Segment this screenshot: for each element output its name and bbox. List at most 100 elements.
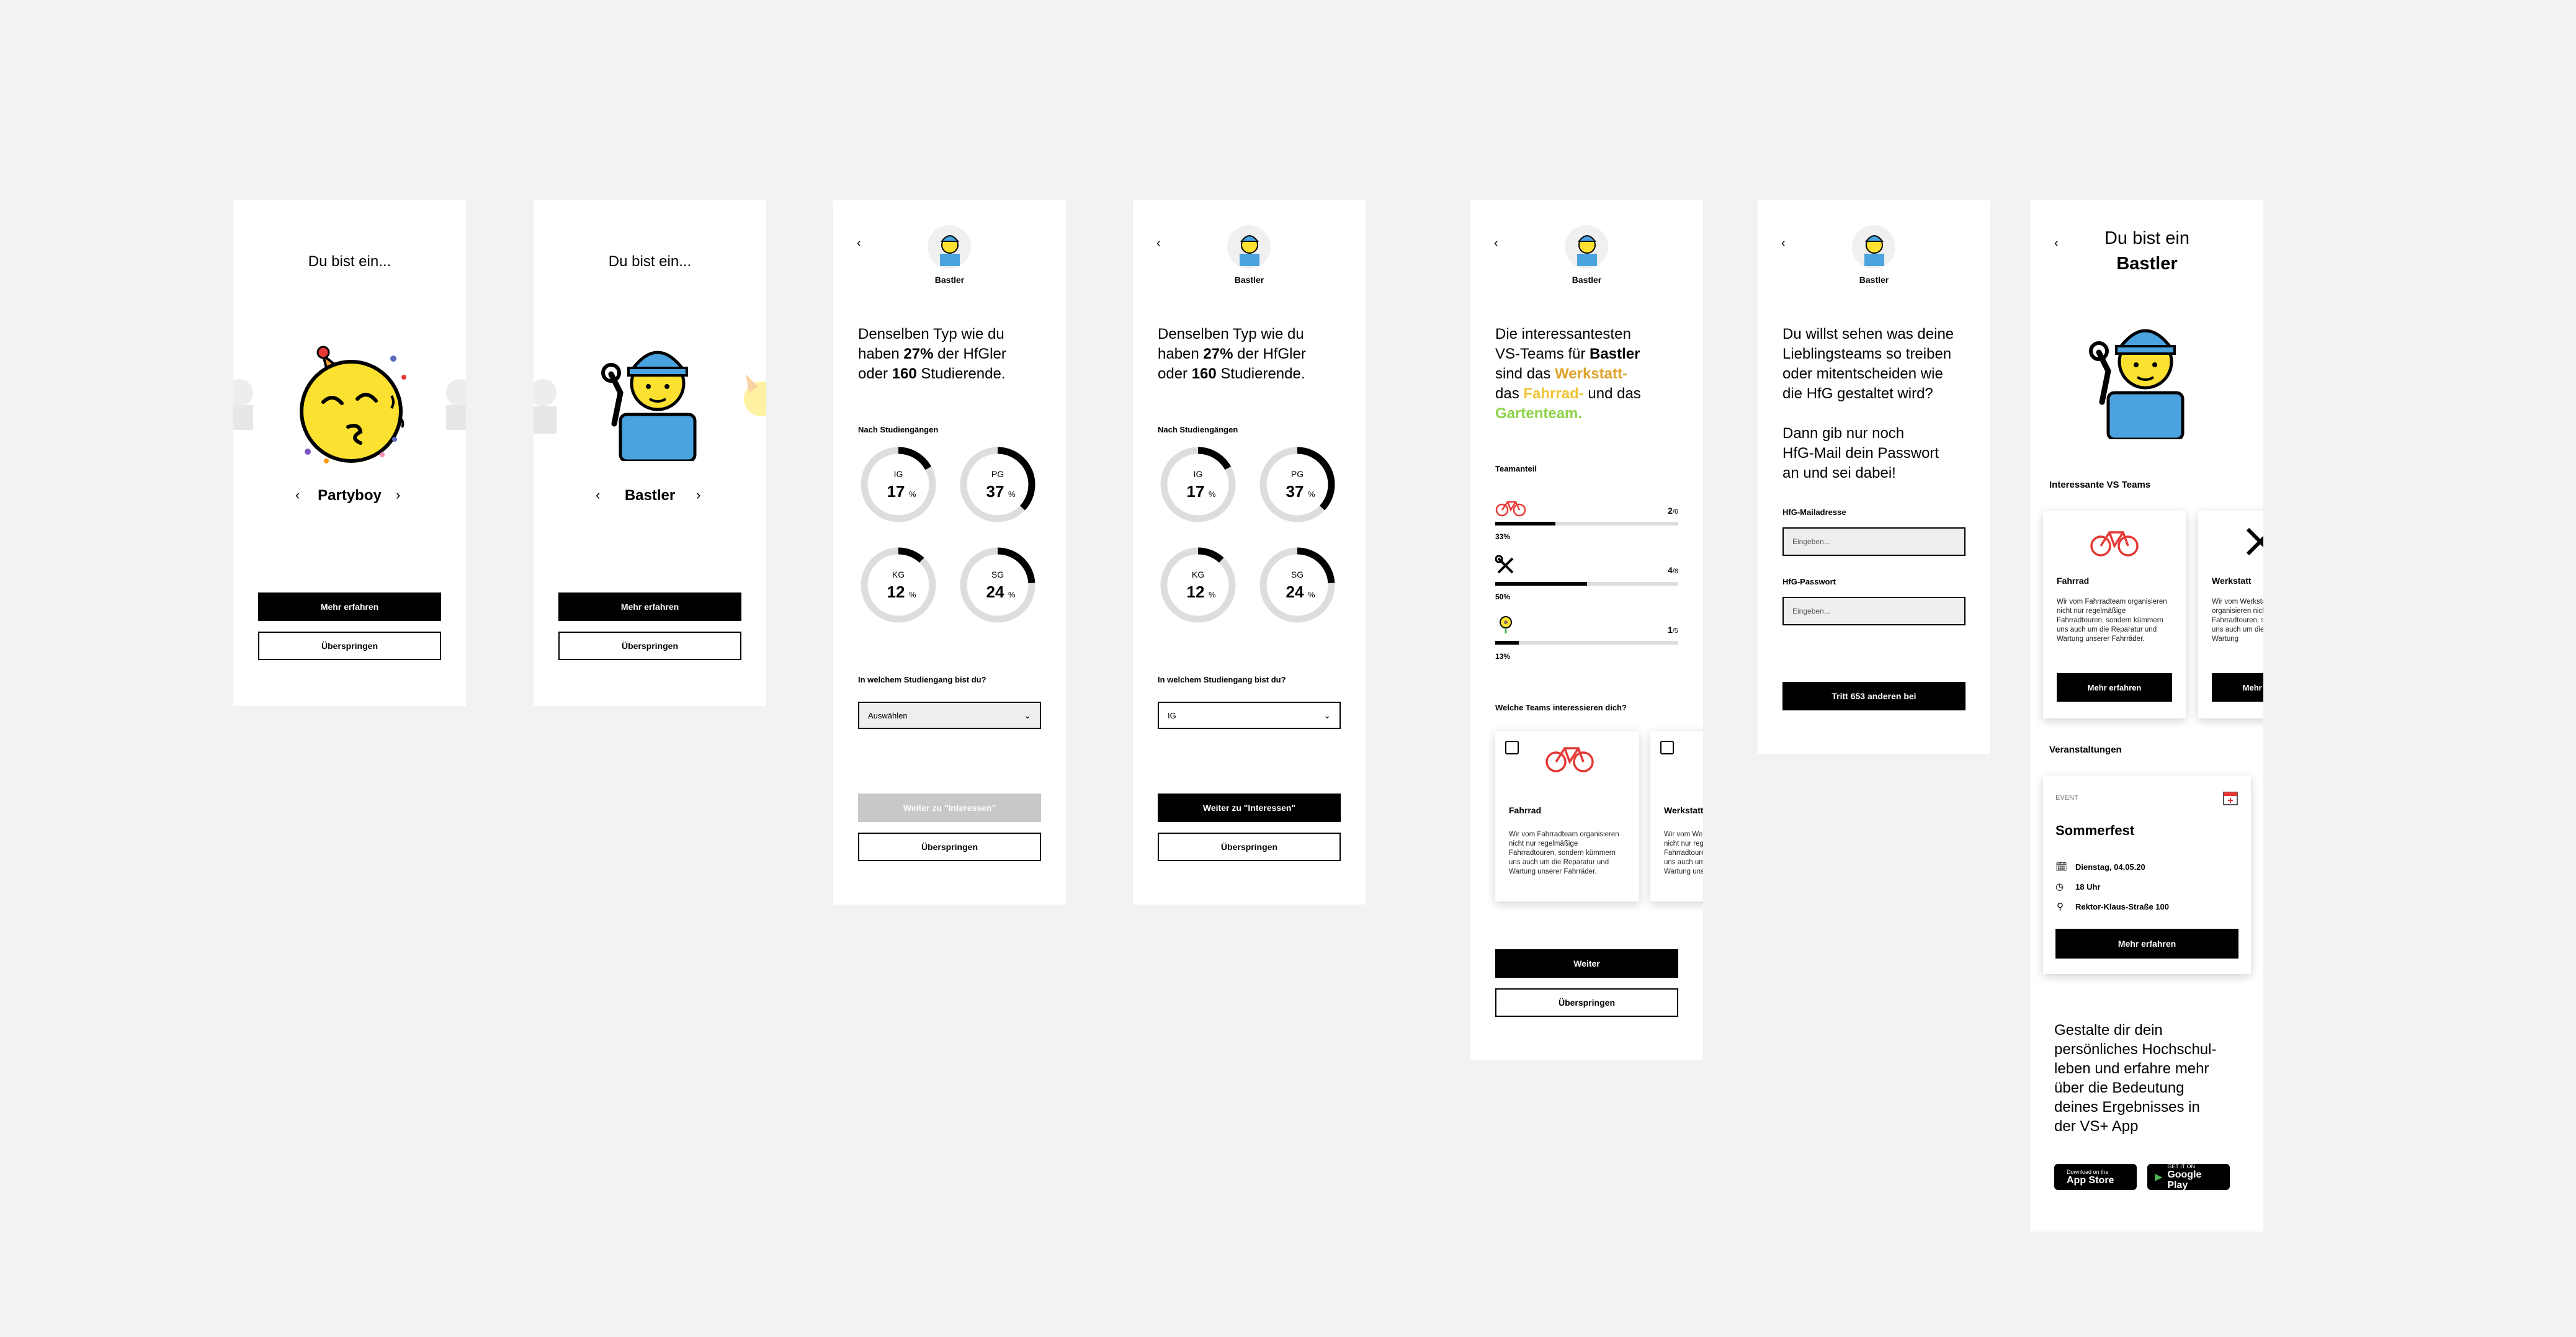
select-value: IG — [1168, 710, 1176, 720]
ring-value: 37 — [1286, 482, 1304, 501]
skip-button[interactable]: Überspringen — [1158, 833, 1341, 861]
share-bar-fill — [1495, 522, 1556, 525]
type-name: Partyboy — [318, 487, 382, 504]
play-icon: ▶ — [2155, 1172, 2163, 1183]
program-select[interactable]: IG ⌄ — [1158, 702, 1341, 729]
team-card-werkstatt[interactable]: Werkstatt Wir vom Werkstattteam organisi… — [1650, 731, 1703, 901]
back-arrow[interactable]: ‹ — [1156, 236, 1161, 251]
chevron-down-icon: ⌄ — [1323, 710, 1331, 720]
ring-unit: % — [1209, 590, 1216, 599]
email-field[interactable]: Eingeben... — [1782, 527, 1966, 556]
team-card-fahrrad[interactable]: Fahrrad Wir vom Fahrradteam organisieren… — [1495, 731, 1639, 901]
program-rings: IG 17 % PG 37 % KG 12 % SG 24% — [861, 447, 1035, 623]
screen-result: ‹ Du bist ein Bastler Interessante VS Te… — [2031, 200, 2263, 1232]
mechanic-icon — [940, 235, 960, 266]
learn-more-button[interactable]: Mehr erfahren — [2212, 673, 2263, 702]
continue-button[interactable]: Weiter — [1495, 949, 1678, 978]
next-arrow[interactable]: › — [696, 487, 700, 503]
share-bar — [1495, 641, 1678, 645]
password-field[interactable]: Eingeben... — [1782, 597, 1966, 625]
ring-sg: SG 24% — [1259, 547, 1335, 623]
password-placeholder: Eingeben... — [1792, 607, 1830, 615]
join-button[interactable]: Tritt 653 anderen bei — [1782, 682, 1966, 710]
screen-type-bastler: Du bist ein... ‹ Bastler › Mehr erfahren… — [534, 200, 766, 706]
card-text: Wir vom Fahrradteam organisieren nicht n… — [1509, 831, 1619, 875]
screen-type-partyboy: Du bist ein... ‹ Partyboy › Mehr erfahre… — [233, 200, 466, 706]
event-date: Dienstag, 04.05.20 — [2075, 862, 2145, 872]
badge-small-text: GET IT ON — [2167, 1163, 2195, 1169]
back-arrow[interactable]: ‹ — [1494, 236, 1498, 251]
skip-button[interactable]: Überspringen — [1495, 988, 1678, 1017]
mechanic-icon-left-faded — [534, 379, 557, 434]
share-bar — [1495, 522, 1678, 525]
back-arrow[interactable]: ‹ — [857, 236, 861, 251]
event-title: Sommerfest — [2055, 823, 2135, 838]
avatar-label: Bastler — [934, 275, 965, 285]
ring-value: 17 — [887, 482, 905, 501]
program-rings: IG 17 % PG 37 % KG 12 % SG 24% — [1160, 447, 1335, 623]
continue-interests-button[interactable]: Weiter zu "Interessen" — [858, 794, 1041, 822]
back-arrow[interactable]: ‹ — [1781, 236, 1786, 251]
question-label: In welchem Studiengang bist du? — [1158, 675, 1286, 684]
tools-icon — [2246, 527, 2263, 556]
teams-title: Interessante VS Teams — [2049, 480, 2151, 490]
tools-icon — [1495, 555, 1514, 574]
flower-icon — [1500, 616, 1512, 633]
next-arrow[interactable]: › — [396, 487, 400, 503]
mechanic-icon-left-faded — [233, 379, 253, 430]
skip-button[interactable]: Überspringen — [558, 632, 741, 660]
question-label: Welche Teams interessieren dich? — [1495, 703, 1627, 712]
skip-button[interactable]: Überspringen — [858, 833, 1041, 861]
ring-label: KG — [892, 570, 905, 579]
event-tag: EVENT — [2055, 794, 2078, 802]
statistics-heading: Denselben Typ wie du haben 27% der HfGle… — [858, 326, 1006, 382]
learn-more-button[interactable]: Mehr erfahren — [258, 592, 441, 621]
share-percent: 50% — [1495, 592, 1511, 601]
ring-sg: SG 24% — [960, 547, 1035, 623]
ring-label: KG — [1192, 570, 1204, 579]
ring-pg: PG 37% — [1259, 447, 1335, 522]
checkbox[interactable] — [1505, 741, 1519, 754]
section-title: Teamanteil — [1495, 464, 1537, 473]
screen-statistics-selected: ‹ Bastler Denselben Typ wie du haben 27%… — [1133, 200, 1366, 905]
learn-more-button[interactable]: Mehr erfahren — [2057, 673, 2172, 702]
team-card-fahrrad: Fahrrad Wir vom Fahrradteam organisieren… — [2043, 511, 2186, 718]
screen-title: Du bist ein... — [308, 253, 391, 270]
mechanic-icon — [1577, 235, 1597, 266]
ring-kg: KG 12% — [1160, 547, 1236, 623]
clock-icon: ◷ — [2055, 882, 2064, 892]
ring-value: 12 — [1187, 583, 1205, 601]
team-card-werkstatt: Werkstatt Wir vom Werkstattteam organisi… — [2198, 511, 2263, 718]
location-pin-icon: ⚲ — [2057, 901, 2064, 912]
app-store-badge[interactable]: Download on the App Store — [2054, 1164, 2137, 1190]
rank: 1/5 — [1668, 625, 1678, 635]
program-select[interactable]: Auswählen ⌄ — [858, 702, 1041, 729]
events-title: Veranstaltungen — [2049, 745, 2122, 755]
bicycle-icon — [2090, 531, 2139, 557]
event-learn-more-button[interactable]: Mehr erfahren — [2055, 929, 2238, 959]
avatar-label: Bastler — [1234, 275, 1264, 285]
badge-small-text: Download on the — [2067, 1168, 2109, 1175]
avatar-label: Bastler — [1859, 275, 1889, 285]
share-percent: 33% — [1495, 532, 1511, 541]
result-title-line2: Bastler — [2116, 254, 2178, 274]
learn-more-button[interactable]: Mehr erfahren — [558, 592, 741, 621]
badge-big-text: Google Play — [2167, 1169, 2202, 1191]
screen-teams: ‹ Bastler Die interessantesten VS-Teams … — [1470, 200, 1703, 1060]
ring-label: PG — [991, 469, 1004, 479]
avatar-label: Bastler — [1572, 275, 1602, 285]
continue-interests-button[interactable]: Weiter zu "Interessen" — [1158, 794, 1341, 822]
checkbox[interactable] — [1660, 741, 1674, 754]
calendar-add-icon — [2223, 792, 2238, 805]
card-title: Fahrrad — [1509, 805, 1542, 815]
email-placeholder: Eingeben... — [1792, 537, 1830, 546]
ring-value: 24 — [986, 583, 1004, 601]
share-percent: 13% — [1495, 652, 1511, 661]
ring-label: PG — [1291, 469, 1304, 479]
ring-label: SG — [1291, 570, 1304, 579]
ring-pg: PG 37% — [960, 447, 1035, 522]
skip-button[interactable]: Überspringen — [258, 632, 441, 660]
ring-unit: % — [1308, 490, 1315, 499]
google-play-badge[interactable]: ▶ GET IT ON Google Play — [2147, 1163, 2230, 1191]
share-bar — [1495, 582, 1678, 586]
